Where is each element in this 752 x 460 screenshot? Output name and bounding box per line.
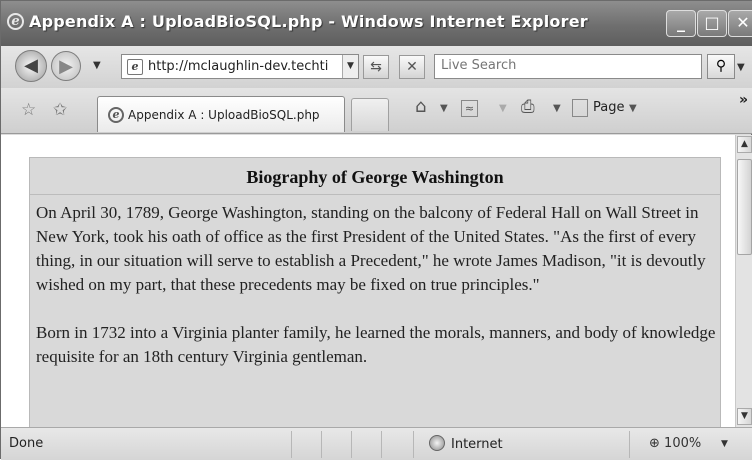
feeds-icon[interactable]: ≈ [461, 100, 478, 117]
print-icon[interactable]: ⎙ [521, 97, 535, 117]
search-button[interactable]: ⚲ [707, 54, 735, 79]
minimize-button[interactable]: _ [666, 10, 696, 37]
more-commands-chevron-icon[interactable]: » [739, 92, 748, 108]
window-title: Appendix A : UploadBioSQL.php - Windows … [29, 12, 588, 31]
page-icon[interactable] [572, 99, 588, 117]
back-button[interactable]: ◀ [15, 50, 47, 82]
search-box[interactable] [434, 54, 702, 79]
favorites-star-icon[interactable]: ☆ [21, 100, 36, 120]
address-bar[interactable]: e http://mclaughlin-dev.techti ▼ [121, 54, 359, 79]
status-separator [321, 431, 322, 458]
stop-icon: ✕ [406, 59, 418, 75]
search-options-dropdown[interactable]: ▼ [737, 62, 745, 73]
add-favorites-icon[interactable]: ✩ [53, 100, 67, 120]
refresh-button[interactable]: ⇆ [363, 55, 389, 79]
tab-bar: ☆ ✩ e Appendix A : UploadBioSQL.php ⌂ ▼ … [1, 88, 752, 134]
globe-icon [429, 435, 445, 451]
close-button[interactable]: ✕ [728, 10, 752, 37]
status-separator [629, 431, 630, 458]
url-text[interactable]: http://mclaughlin-dev.techti [148, 59, 328, 74]
status-separator [381, 431, 382, 458]
zoom-dropdown[interactable]: ▼ [721, 439, 728, 449]
status-separator [351, 431, 352, 458]
biography-paragraph: On April 30, 1789, George Washington, st… [36, 203, 706, 294]
security-zone[interactable]: Internet [429, 435, 503, 452]
home-dropdown[interactable]: ▼ [440, 103, 448, 114]
zoom-level[interactable]: ⊕ 100% [649, 436, 701, 451]
magnifier-icon: ⚲ [715, 58, 727, 74]
back-arrow-icon: ◀ [24, 55, 38, 76]
feeds-dropdown[interactable]: ▼ [499, 103, 507, 114]
vertical-scrollbar[interactable]: ▲ ▼ [735, 135, 752, 427]
ie-logo-icon: e [7, 13, 24, 30]
stop-button[interactable]: ✕ [399, 55, 425, 79]
browser-window: e Appendix A : UploadBioSQL.php - Window… [0, 0, 752, 460]
scroll-up-button[interactable]: ▲ [737, 136, 752, 153]
forward-button[interactable]: ▶ [51, 51, 81, 81]
page-icon: e [127, 59, 143, 75]
title-bar: e Appendix A : UploadBioSQL.php - Window… [1, 1, 752, 46]
biography-heading: Biography of George Washington [30, 158, 720, 195]
tab-label: Appendix A : UploadBioSQL.php [128, 108, 320, 122]
new-tab-button[interactable] [351, 98, 389, 131]
tab-active[interactable]: e Appendix A : UploadBioSQL.php [97, 96, 345, 132]
search-input[interactable] [441, 58, 691, 73]
page-menu-button[interactable]: Page [593, 100, 624, 115]
scroll-down-button[interactable]: ▼ [737, 408, 752, 425]
maximize-button[interactable]: □ [697, 10, 727, 37]
address-toolbar: ◀ ▶ ▼ e http://mclaughlin-dev.techti ▼ ⇆… [1, 46, 752, 88]
zoom-value: 100% [664, 436, 702, 451]
forward-arrow-icon: ▶ [59, 56, 73, 77]
status-bar: Done Internet ⊕ 100% ▼ [1, 427, 752, 460]
page-dropdown[interactable]: ▼ [629, 103, 637, 114]
zone-label: Internet [451, 437, 503, 452]
status-separator [413, 431, 414, 458]
biography-text: On April 30, 1789, George Washington, st… [36, 201, 716, 393]
print-dropdown[interactable]: ▼ [553, 103, 561, 114]
ie-logo-icon: e [108, 107, 124, 123]
recent-pages-dropdown[interactable]: ▼ [93, 60, 101, 71]
status-text: Done [9, 436, 44, 451]
refresh-icon: ⇆ [370, 59, 382, 75]
page-viewport: Biography of George Washington On April … [1, 135, 735, 427]
status-separator [291, 431, 292, 458]
home-icon[interactable]: ⌂ [415, 96, 426, 117]
biography-paragraph: Born in 1732 into a Virginia planter fam… [36, 323, 716, 366]
biography-table: Biography of George Washington On April … [29, 157, 721, 427]
address-dropdown-button[interactable]: ▼ [342, 55, 358, 78]
scrollbar-thumb[interactable] [737, 159, 752, 255]
zoom-icon: ⊕ [649, 436, 660, 451]
